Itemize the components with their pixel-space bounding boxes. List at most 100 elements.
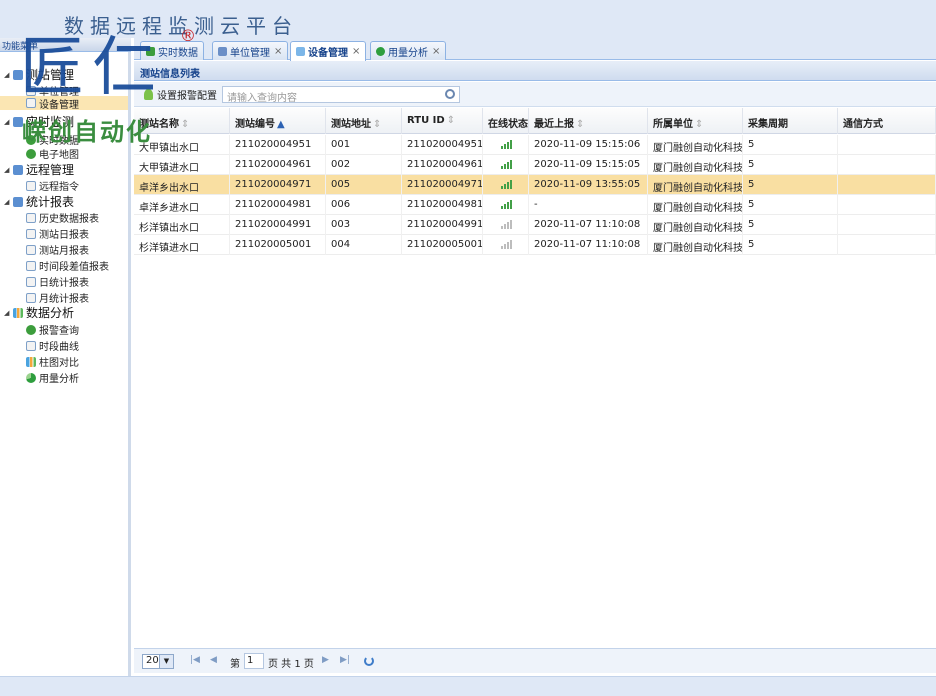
cell-addr: 001	[326, 135, 402, 155]
cell-last-report: -	[529, 195, 648, 215]
nav-group-analysis[interactable]: ◢ 数据分析	[4, 304, 74, 321]
line-chart-icon	[26, 340, 36, 351]
search-icon[interactable]	[445, 89, 455, 99]
signal-icon	[501, 200, 513, 209]
nav-item-month-stats[interactable]: 月统计报表	[26, 290, 89, 305]
cell-code: 211020005001	[230, 235, 326, 255]
cell-name: 杉洋镇出水口	[134, 215, 230, 235]
grid-header: 测站名称 ⇕ 测站编号 ▲ 测站地址 ⇕ RTU ID ⇕ 在线状态 最近上报 ⇕ 所属单…	[134, 108, 936, 134]
nav-item-usage-analysis[interactable]: 用量分析	[26, 370, 79, 385]
nav-item-remote-command[interactable]: 远程指令	[26, 178, 79, 193]
cell-addr: 003	[326, 215, 402, 235]
signal-icon	[501, 240, 513, 249]
col-header-code[interactable]: 测站编号 ▲	[230, 108, 326, 134]
cell-period: 5	[743, 235, 838, 255]
table-row[interactable]: 大甲镇进水口 211020004961 002 211020004961 2020-11…	[134, 155, 936, 175]
nav-group-remote[interactable]: ◢ 远程管理	[4, 161, 74, 178]
page-size-select[interactable]: 20 ▼	[142, 654, 174, 669]
nav-item-period-curve[interactable]: 时段曲线	[26, 338, 79, 353]
refresh-icon[interactable]	[364, 656, 374, 666]
cell-rtu: 211020005001	[402, 235, 483, 255]
expand-icon: ◢	[4, 117, 10, 126]
cell-online	[483, 215, 529, 235]
cell-code: 211020004991	[230, 215, 326, 235]
nav-item-period-diff-report[interactable]: 时间段差值报表	[26, 258, 109, 273]
cell-rtu: 211020004991	[402, 215, 483, 235]
tab-unit-management[interactable]: 单位管理 ×	[212, 41, 289, 60]
table-row[interactable]: 卓洋乡进水口 211020004981 006 211020004981- 厦门融创自动…	[134, 195, 936, 215]
device-icon	[296, 47, 305, 56]
col-header-period[interactable]: 采集周期	[743, 108, 838, 134]
col-header-rtu[interactable]: RTU ID ⇕	[402, 108, 483, 134]
doc-icon	[26, 212, 36, 223]
table-row[interactable]: 大甲镇出水口 211020004951 001 211020004951 2020-11…	[134, 135, 936, 155]
alarm-icon	[26, 324, 36, 335]
close-icon[interactable]: ×	[274, 46, 282, 57]
cell-period: 5	[743, 195, 838, 215]
prev-page-icon[interactable]: ◀	[210, 655, 217, 665]
table-row[interactable]: 卓洋乡出水口 211020004971 005 211020004971 2020-11…	[134, 175, 936, 195]
cell-unit: 厦门融创自动化科技	[648, 195, 743, 215]
cell-addr: 002	[326, 155, 402, 175]
cell-period: 5	[743, 135, 838, 155]
nav-item-bar-compare[interactable]: 柱图对比	[26, 354, 79, 369]
cell-online	[483, 135, 529, 155]
nav-group-reports[interactable]: ◢ 统计报表	[4, 193, 74, 210]
cell-rtu: 211020004961	[402, 155, 483, 175]
nav-item-alarm-query[interactable]: 报警查询	[26, 322, 79, 337]
table-row[interactable]: 杉洋镇出水口 211020004991 003 211020004991 2020-11…	[134, 215, 936, 235]
cell-last-report: 2020-11-09 13:55:05	[529, 175, 648, 195]
expand-icon: ◢	[4, 308, 10, 317]
first-page-icon[interactable]: |◀	[190, 655, 200, 665]
page-label-prefix: 第	[230, 659, 240, 670]
toolbar: 设置报警配置 请输入查询内容	[134, 82, 936, 107]
cell-comm	[838, 135, 936, 155]
page-label-total: 页 共 1 页	[268, 659, 314, 670]
close-icon[interactable]: ×	[432, 46, 440, 57]
cell-online	[483, 195, 529, 215]
next-page-icon[interactable]: ▶	[322, 655, 329, 665]
cell-rtu: 211020004951	[402, 135, 483, 155]
cell-addr: 005	[326, 175, 402, 195]
table-row[interactable]: 杉洋镇进水口 211020005001 004 211020005001 2020-11…	[134, 235, 936, 255]
col-header-comm[interactable]: 通信方式	[838, 108, 936, 134]
col-header-last[interactable]: 最近上报 ⇕	[529, 108, 648, 134]
watermark-logo-text: 匠仁	[20, 31, 164, 105]
cell-name: 大甲镇进水口	[134, 155, 230, 175]
tab-usage-analysis[interactable]: 用量分析 ×	[370, 41, 447, 60]
col-header-online[interactable]: 在线状态	[483, 108, 529, 134]
cell-comm	[838, 235, 936, 255]
cell-last-report: 2020-11-09 15:15:06	[529, 135, 648, 155]
cell-last-report: 2020-11-09 15:15:05	[529, 155, 648, 175]
nav-item-day-stats[interactable]: 日统计报表	[26, 274, 89, 289]
cell-period: 5	[743, 175, 838, 195]
nav-item-history-report[interactable]: 历史数据报表	[26, 210, 99, 225]
doc-icon	[26, 244, 36, 255]
cell-last-report: 2020-11-07 11:10:08	[529, 215, 648, 235]
nav-item-daily-report[interactable]: 测站日报表	[26, 226, 89, 241]
doc-icon	[26, 292, 36, 303]
nav-item-map[interactable]: 电子地图	[26, 146, 79, 161]
page-number-input[interactable]: 1	[244, 653, 264, 669]
paging-toolbar: 20 ▼ |◀ ◀ 第 1 页 共 1 页 ▶ ▶|	[134, 648, 936, 673]
analysis-icon	[13, 307, 23, 318]
panel-title-bar: 测站信息列表	[134, 61, 936, 81]
doc-icon	[26, 276, 36, 287]
col-header-unit[interactable]: 所属单位 ⇕	[648, 108, 743, 134]
expand-icon: ◢	[4, 165, 10, 174]
close-icon[interactable]: ×	[352, 46, 360, 57]
search-input[interactable]: 请输入查询内容	[222, 86, 460, 104]
nav-item-monthly-report[interactable]: 测站月报表	[26, 242, 89, 257]
expand-icon: ◢	[4, 70, 10, 79]
last-page-icon[interactable]: ▶|	[340, 655, 350, 665]
col-header-addr[interactable]: 测站地址 ⇕	[326, 108, 402, 134]
cell-period: 5	[743, 155, 838, 175]
doc-icon	[26, 228, 36, 239]
tab-device-management[interactable]: 设备管理 ×	[290, 41, 367, 61]
cell-code: 211020004981	[230, 195, 326, 215]
expand-icon: ◢	[4, 197, 10, 206]
cell-name: 杉洋镇进水口	[134, 235, 230, 255]
cell-unit: 厦门融创自动化科技	[648, 155, 743, 175]
bar-chart-icon	[26, 356, 36, 367]
cell-last-report: 2020-11-07 11:10:08	[529, 235, 648, 255]
